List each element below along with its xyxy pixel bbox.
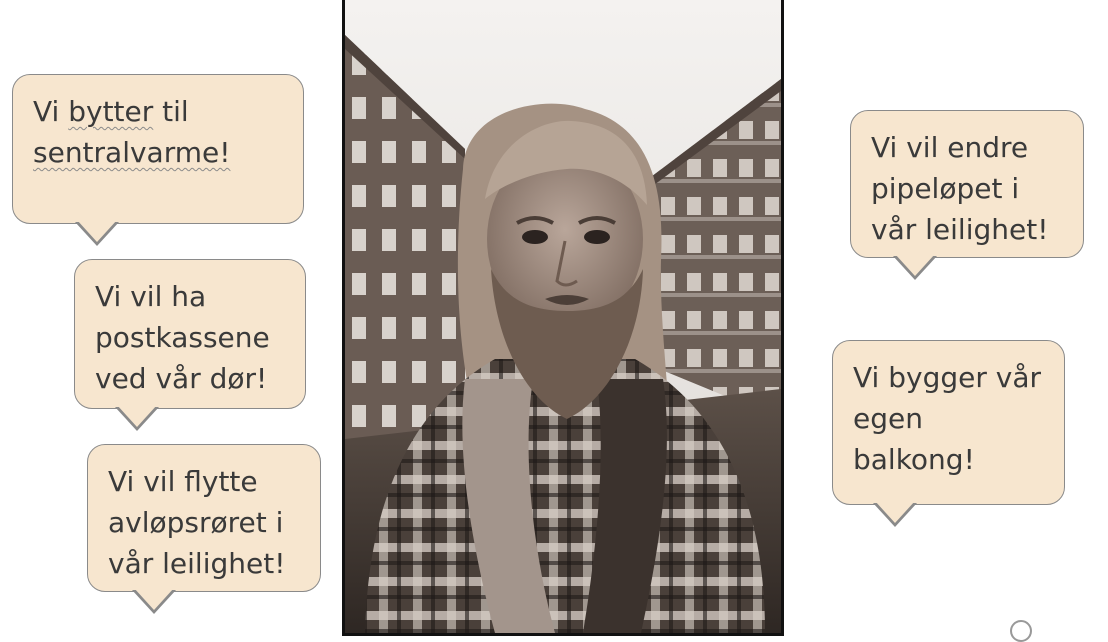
speech-bubble-sentralvarme: Vi bytter til sentralvarme!	[12, 74, 304, 246]
bubble-text-line: balkong!	[853, 443, 975, 476]
speech-bubble-pipelopet: Vi vil endre pipeløpet i vår leilighet!	[850, 110, 1084, 280]
speech-bubble-balkong: Vi bygger vår egen balkong!	[832, 340, 1065, 527]
bubble-tail-fill	[117, 405, 157, 427]
right-eye	[584, 230, 610, 244]
speech-bubble-avlopsroret: Vi vil flytte avløpsrøret i vår leilighe…	[87, 444, 321, 614]
bubble-text-line: ved vår dør!	[95, 362, 268, 395]
bubble-text-line: Vi vil flytte	[108, 465, 258, 498]
bubble-text-line: vår leilighet!	[108, 547, 286, 580]
bubble-tail-fill	[895, 254, 935, 276]
bubble-tail-fill	[875, 501, 915, 523]
bubble-text-line: avløpsrøret i	[108, 506, 284, 539]
bubble-text-line: Vi vil ha	[95, 280, 207, 313]
bubble-text-line: vår leilighet!	[871, 213, 1049, 246]
corner-circle-icon	[1010, 620, 1032, 642]
bubble-text-word: til	[162, 95, 189, 128]
bubble-text-line: Vi bygger vår	[853, 361, 1041, 394]
photo-illustration	[345, 0, 781, 633]
bubble-tail-fill	[134, 588, 174, 610]
photo-bearded-man-courtyard	[342, 0, 784, 636]
bubble-tail-fill	[77, 220, 117, 242]
bubble-text-word: bytter	[68, 95, 154, 128]
bubble-text-line: egen	[853, 402, 923, 435]
bubble-text-line: sentralvarme!	[33, 136, 231, 169]
speech-bubble-postkassene: Vi vil ha postkassene ved vår dør!	[74, 259, 306, 431]
bubble-text-line: postkassene	[95, 321, 270, 354]
bubble-text-line: pipeløpet i	[871, 172, 1020, 205]
bubble-text-line: Vi vil endre	[871, 131, 1029, 164]
bubble-text-line: Vi bytter til	[33, 95, 189, 128]
left-eye	[522, 230, 548, 244]
